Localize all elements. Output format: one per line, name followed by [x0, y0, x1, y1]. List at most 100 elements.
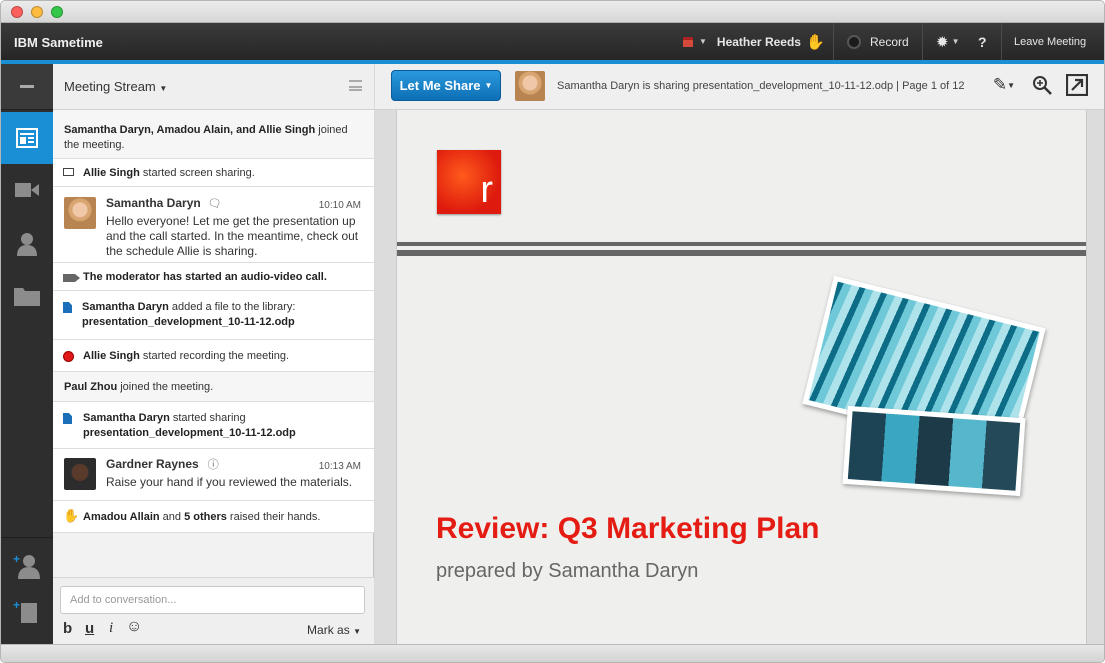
chat-text: Raise your hand if you reviewed the mate…	[106, 475, 353, 489]
minimize-window-button[interactable]	[31, 6, 43, 18]
settings-button[interactable]: ✹ ▼	[936, 23, 960, 60]
chat-message: Samantha Daryn 🗨 10:10 AM Hello everyone…	[53, 187, 374, 263]
let-me-share-label: Let Me Share	[399, 78, 481, 93]
user-menu[interactable]: ▼ Heather Reeds	[683, 23, 801, 60]
rail-bottom-actions: + +	[1, 537, 53, 644]
video-camera-icon	[15, 183, 39, 197]
screen-share-icon	[63, 168, 74, 176]
event-actor: Allie Singh	[83, 350, 140, 362]
zoom-button[interactable]	[1030, 73, 1054, 97]
chat-text: Hello everyone! Let me get the presentat…	[106, 214, 359, 258]
chevron-down-icon: ▼	[951, 37, 960, 46]
share-toolbar: Let Me Share ▼ Samantha Daryn is sharing…	[375, 64, 1104, 110]
header-divider	[1001, 23, 1002, 60]
slide-subtitle: prepared by Samantha Daryn	[436, 560, 699, 582]
rail-item-meeting-stream[interactable]	[1, 112, 53, 164]
rail-item-participants[interactable]	[1, 218, 53, 270]
list-item: Allie Singh started screen sharing.	[53, 159, 374, 187]
stream-header: Meeting Stream ▼	[53, 64, 374, 110]
company-logo: r	[437, 150, 501, 214]
event-count[interactable]: 5 others	[184, 511, 227, 523]
svg-text:+: +	[13, 599, 20, 612]
window-bottom-bar	[1, 644, 1104, 662]
underline-button[interactable]: u	[85, 620, 94, 637]
window-titlebar	[1, 1, 1104, 23]
close-window-button[interactable]	[11, 6, 23, 18]
folder-icon	[14, 288, 40, 306]
list-item: ✋ Amadou Allain and 5 others raised thei…	[53, 501, 374, 533]
file-link[interactable]: presentation_development_10-11-12.odp	[83, 427, 296, 439]
chevron-down-icon: ▼	[1007, 80, 1016, 90]
pencil-icon: ✎	[992, 75, 1008, 94]
list-item: The moderator has started an audio-video…	[53, 263, 374, 291]
avatar	[64, 197, 96, 229]
event-text: started screen sharing.	[139, 167, 255, 179]
app-title: IBM Sametime	[14, 35, 103, 50]
let-me-share-button[interactable]: Let Me Share ▼	[391, 70, 501, 101]
mark-as-menu[interactable]: Mark as ▼	[307, 623, 361, 637]
help-button[interactable]: ?	[978, 23, 987, 60]
chat-author[interactable]: Gardner Raynes	[106, 457, 199, 471]
emoji-button[interactable]: ☺	[126, 618, 142, 636]
rail-item-video[interactable]	[1, 164, 53, 216]
person-icon	[17, 233, 37, 256]
video-camera-icon	[63, 274, 80, 282]
slide-divider	[397, 242, 1086, 246]
bold-button[interactable]: b	[63, 620, 72, 637]
chat-composer: b u i ☺ Mark as ▼	[53, 577, 374, 644]
user-name: Heather Reeds	[716, 34, 801, 49]
slide-divider	[397, 250, 1086, 256]
share-status: Samantha Daryn is sharing presentation_d…	[557, 80, 965, 92]
raise-hand-button[interactable]: ✋	[806, 23, 825, 60]
record-icon	[847, 34, 861, 49]
add-file-icon: +	[13, 599, 37, 623]
event-actor: Samantha Daryn, Amadou Alain, and Allie …	[64, 124, 316, 136]
presentation-slide: r Review: Q3 Marketing Plan prepared by …	[396, 110, 1087, 644]
event-text: started recording the meeting.	[139, 350, 290, 362]
invite-person-button[interactable]: +	[1, 542, 53, 590]
chevron-down-icon: ▼	[699, 37, 707, 46]
event-text: and	[159, 511, 185, 523]
presenter-avatar	[515, 71, 545, 101]
panel-menu-icon[interactable]	[349, 80, 362, 91]
zoom-window-button[interactable]	[51, 6, 63, 18]
event-actor: Samantha Daryn	[82, 301, 169, 313]
slide-photo-team	[842, 405, 1026, 497]
document-icon	[63, 302, 72, 313]
stream-title: Meeting Stream	[64, 79, 156, 94]
chat-time: 10:10 AM	[318, 200, 361, 211]
chat-message: Gardner Raynes ⓘ 10:13 AM Raise your han…	[53, 449, 374, 501]
logo-letter: r	[480, 169, 493, 211]
pop-out-button[interactable]	[1065, 73, 1089, 97]
leave-meeting-button[interactable]: Leave Meeting	[1014, 23, 1086, 60]
left-rail: + +	[1, 64, 53, 644]
header-divider	[922, 23, 923, 60]
chevron-down-icon: ▼	[353, 627, 361, 636]
chat-input[interactable]	[60, 586, 365, 614]
italic-button[interactable]: i	[109, 620, 113, 637]
event-text: The moderator has started an audio-video…	[83, 271, 327, 283]
annotate-button[interactable]: ✎ ▼	[992, 73, 1016, 97]
list-item: Allie Singh started recording the meetin…	[53, 340, 374, 372]
record-button[interactable]: Record	[847, 23, 909, 60]
rail-item-library[interactable]	[1, 270, 53, 322]
meeting-stream-panel: Meeting Stream ▼ Samantha Daryn, Amadou …	[53, 64, 374, 644]
event-actor: Allie Singh	[83, 167, 140, 179]
add-file-button[interactable]: +	[1, 588, 53, 636]
collapse-panel-button[interactable]	[1, 64, 53, 110]
event-actor: Samantha Daryn	[83, 412, 170, 424]
chat-author[interactable]: Samantha Daryn	[106, 196, 201, 210]
chevron-down-icon: ▼	[484, 81, 493, 90]
app-window: IBM Sametime ▼ Heather Reeds ✋ Record ✹ …	[0, 0, 1105, 663]
record-icon	[63, 351, 74, 362]
pop-out-icon	[1066, 74, 1088, 96]
raised-hand-icon: ✋	[63, 508, 80, 523]
shared-content-area: r Review: Q3 Marketing Plan prepared by …	[375, 110, 1104, 644]
stream-title-menu[interactable]: Meeting Stream ▼	[64, 79, 167, 94]
document-icon	[63, 413, 72, 424]
zoom-in-icon	[1033, 76, 1052, 95]
header-divider	[833, 23, 834, 60]
file-link[interactable]: presentation_development_10-11-12.odp	[82, 316, 295, 328]
avatar	[64, 458, 96, 490]
minus-icon	[20, 85, 34, 88]
